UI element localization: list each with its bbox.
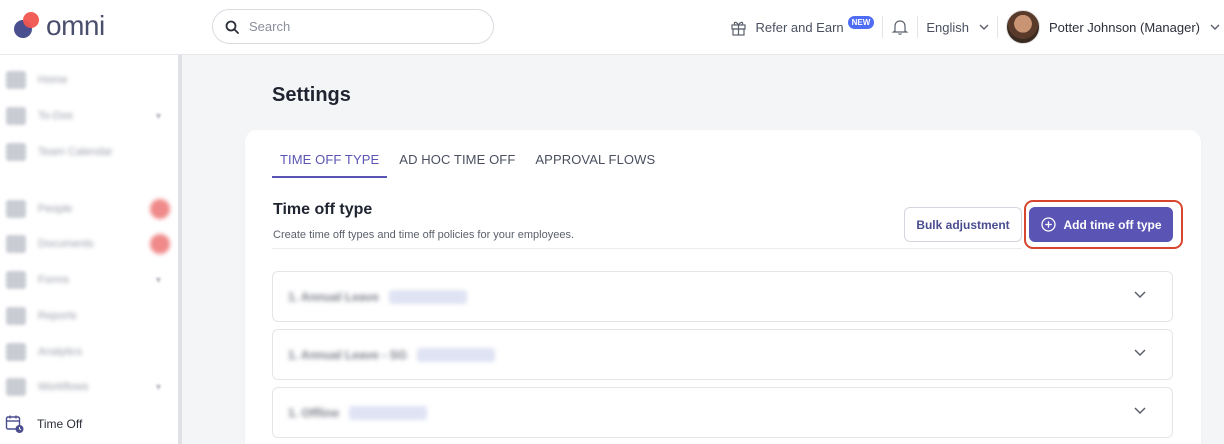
search-icon (225, 20, 239, 34)
bell-icon[interactable] (891, 18, 909, 36)
sidebar-item-forms[interactable]: Forms ▼ (0, 263, 178, 297)
sidebar-item-todos[interactable]: To-Dos ▼ (0, 99, 178, 133)
list-item[interactable]: 1. Annual Leave - SG (272, 329, 1173, 380)
sidebar-scrollbar[interactable] (178, 55, 182, 444)
sidebar-item-documents[interactable]: Documents (0, 227, 178, 261)
time-off-icon (5, 415, 24, 433)
analytics-icon (6, 343, 26, 361)
refer-and-earn-link[interactable]: Refer and Earn NEW (730, 15, 875, 36)
type-tag (416, 347, 495, 362)
search-input[interactable] (249, 19, 469, 34)
chevron-down-icon[interactable] (1134, 407, 1146, 414)
chevron-down-icon: ▼ (154, 382, 163, 392)
sidebar-item-time-off[interactable]: Time Off (0, 407, 178, 441)
sidebar-item-label: Home (38, 74, 68, 86)
sidebar-item-label: Workflows (38, 381, 89, 393)
tab-approval-flows[interactable]: APPROVAL FLOWS (527, 148, 663, 178)
plus-circle-icon (1040, 217, 1056, 232)
language-label: English (926, 19, 969, 35)
tab-time-off-type[interactable]: TIME OFF TYPE (272, 148, 388, 178)
time-off-type-name: 1. Annual Leave (288, 289, 379, 304)
calendar-icon (6, 143, 26, 161)
user-menu[interactable]: Potter Johnson (Manager) (1005, 10, 1220, 44)
page-title: Settings (272, 84, 351, 106)
gift-icon (731, 21, 747, 36)
chevron-down-icon: ▼ (154, 111, 163, 121)
divider (917, 16, 919, 38)
sidebar-item-reports[interactable]: Reports (0, 299, 178, 333)
sidebar-item-workflows[interactable]: Workflows ▼ (0, 370, 178, 404)
documents-icon (6, 235, 26, 253)
chevron-down-icon: ▼ (154, 275, 163, 285)
sidebar-item-label: Team Calendar (38, 146, 113, 158)
sidebar-item-analytics[interactable]: Analytics (0, 335, 178, 369)
chevron-down-icon[interactable] (1134, 349, 1146, 356)
sidebar-item-label: Reports (38, 310, 77, 322)
omni-logo-icon (14, 12, 39, 38)
top-bar: omni Refer and Earn NEW English (0, 0, 1224, 55)
chevron-down-icon[interactable] (1134, 291, 1146, 298)
new-badge: NEW (847, 15, 875, 29)
section-title: Time off type (273, 201, 373, 218)
workflows-icon (6, 378, 26, 396)
chevron-down-icon (1210, 24, 1220, 30)
time-off-type-name: 1. Offline (288, 405, 340, 420)
omni-logo[interactable]: omni (10, 9, 105, 43)
forms-icon (6, 271, 26, 289)
home-icon (6, 71, 26, 89)
user-name: Potter Johnson (Manager) (1048, 19, 1200, 35)
divider (882, 16, 884, 38)
search-box[interactable] (212, 9, 494, 44)
chevron-down-icon (979, 24, 989, 30)
sidebar-item-label: People (38, 203, 73, 215)
sidebar-item-label: To-Dos (38, 110, 73, 122)
sidebar-item-team-calendar[interactable]: Team Calendar (0, 135, 178, 169)
section-description: Create time off types and time off polic… (273, 229, 575, 241)
settings-tabs: TIME OFF TYPE AD HOC TIME OFF APPROVAL F… (272, 148, 667, 178)
sidebar-item-label: Time Off (37, 417, 83, 431)
sidebar-item-label: Documents (38, 238, 94, 250)
list-item[interactable]: 1. Offline (272, 387, 1173, 438)
bulk-adjustment-button[interactable]: Bulk adjustment (904, 207, 1022, 242)
list-item[interactable]: 1. Annual Leave (272, 271, 1173, 322)
type-tag (388, 289, 467, 304)
divider (996, 16, 998, 38)
sidebar-item-people[interactable]: People (0, 192, 178, 226)
language-selector[interactable]: English (926, 20, 989, 35)
notification-badge (150, 199, 170, 219)
notification-badge (150, 234, 170, 254)
reports-icon (6, 307, 26, 325)
sidebar-item-label: Forms (38, 274, 70, 286)
sidebar-item-home[interactable]: Home (0, 63, 178, 97)
avatar (1005, 10, 1040, 44)
add-time-off-type-button[interactable]: Add time off type (1029, 207, 1173, 242)
tab-ad-hoc-time-off[interactable]: AD HOC TIME OFF (391, 148, 523, 178)
checklist-icon (6, 107, 26, 125)
divider (272, 248, 1022, 249)
logo-text: omni (46, 10, 105, 41)
top-right-controls: Refer and Earn NEW English Potter Johnso… (730, 0, 1224, 54)
refer-label: Refer and Earn (755, 19, 844, 35)
add-button-label: Add time off type (1063, 217, 1162, 232)
type-tag (349, 405, 428, 420)
sidebar-item-label: Analytics (38, 346, 83, 358)
time-off-type-name: 1. Annual Leave - SG (288, 347, 407, 362)
people-icon (6, 200, 26, 218)
